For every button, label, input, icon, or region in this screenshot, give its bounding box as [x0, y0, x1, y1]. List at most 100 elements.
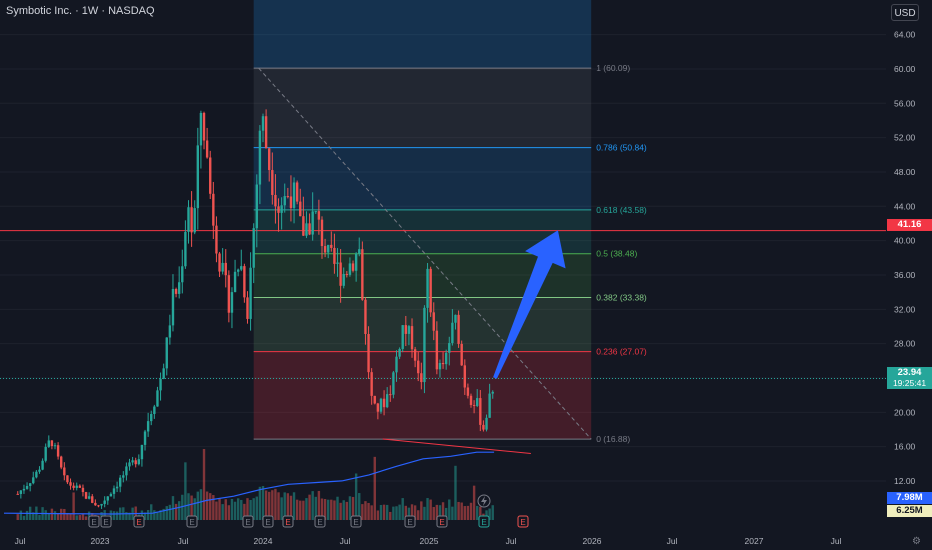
volume-bar [333, 500, 336, 520]
y-tick-label: 48.00 [894, 167, 916, 177]
volume-bar [491, 505, 494, 520]
candle-down [209, 157, 212, 194]
symbol-title[interactable]: Symbotic Inc. · 1W · NASDAQ [6, 5, 155, 17]
candle-down [286, 196, 290, 198]
currency-button[interactable]: USD [891, 4, 919, 21]
candle-down [215, 225, 218, 254]
y-tick-label: 60.00 [894, 64, 916, 74]
volume-bar [255, 496, 258, 520]
volume-bar [19, 510, 23, 520]
volume-bar [432, 507, 435, 520]
y-tick-label: 16.00 [894, 442, 916, 452]
candle-up [103, 500, 106, 504]
candle-up [122, 475, 125, 478]
x-tick-label: 2027 [745, 536, 764, 546]
x-tick-label: 2026 [583, 536, 602, 546]
candle-up [41, 460, 44, 470]
candle-down [435, 330, 439, 370]
candle-up [292, 182, 296, 208]
x-tick-label: Jul [831, 536, 842, 546]
x-tick-label: Jul [340, 536, 351, 546]
candle-down [410, 326, 414, 350]
earnings-marker-label: E [439, 518, 444, 527]
volume-bar [16, 514, 19, 520]
candle-up [165, 337, 168, 369]
candle-up [177, 282, 181, 294]
candle-up [392, 372, 395, 395]
candle-up [311, 211, 314, 235]
volume-bar [63, 508, 66, 520]
candle-up [162, 368, 165, 379]
volume-bar [420, 501, 423, 520]
volume-bar [115, 511, 119, 520]
candle-up [305, 223, 308, 236]
candle-down [295, 182, 299, 202]
candle-up [112, 488, 116, 494]
volume-bar [153, 510, 156, 520]
candle-down [224, 262, 227, 276]
candle-down [404, 325, 408, 334]
volume-bar [224, 499, 227, 520]
volume-bar [274, 488, 277, 520]
candle-up [448, 343, 451, 353]
candle-down [370, 372, 373, 396]
volume-bar [457, 501, 460, 520]
candle-down [72, 485, 75, 488]
earnings-marker-label: E [353, 518, 358, 527]
candle-down [268, 148, 271, 171]
candle-down [302, 216, 305, 236]
volume-bar [47, 513, 50, 520]
volume-bar [227, 505, 231, 520]
candle-down [78, 485, 82, 488]
candle-down [56, 445, 60, 457]
candle-down [417, 360, 420, 374]
volume-bar [367, 502, 370, 520]
volume-bar [401, 498, 404, 520]
x-tick-label: Jul [178, 536, 189, 546]
candle-up [22, 488, 26, 491]
candle-up [137, 459, 141, 465]
volume-bar [81, 514, 85, 520]
candle-down [274, 194, 277, 207]
volume-bar [174, 503, 178, 520]
volume-bar [75, 515, 78, 520]
candle-up [28, 483, 32, 486]
candle-up [261, 116, 265, 131]
volume-bar [168, 504, 172, 520]
fib-zone-0.618 [253, 147, 592, 210]
candle-up [168, 325, 172, 338]
candle-up [47, 440, 50, 447]
volume-bar [370, 505, 373, 520]
volume-bar [469, 502, 473, 520]
candle-down [212, 193, 215, 226]
volume-bar [295, 499, 299, 520]
candle-up [336, 262, 339, 264]
volume-bar [382, 504, 386, 520]
candle-up [153, 406, 156, 414]
candle-down [333, 247, 336, 264]
volume-bar [25, 510, 29, 520]
volume-bar [342, 500, 345, 520]
candle-up [171, 289, 175, 326]
volume-bar [221, 504, 224, 520]
volume-bar [258, 486, 262, 520]
y-tick-label: 64.00 [894, 30, 916, 40]
volume-bar [280, 497, 283, 520]
candle-up [146, 421, 150, 432]
y-tick-label: 32.00 [894, 304, 916, 314]
candle-up [32, 477, 35, 484]
candle-down [317, 211, 321, 220]
volume-bar [472, 485, 476, 520]
volume-bar [330, 499, 333, 520]
candle-up [109, 493, 113, 497]
volume-bar [72, 492, 75, 520]
candle-down [463, 365, 466, 388]
candle-up [118, 477, 122, 487]
fib-zone-0.236 [253, 297, 592, 352]
candle-up [398, 348, 401, 357]
candle-down [190, 207, 193, 233]
chart-canvas[interactable]: 1 (60.09) 0.786 (50.84) 0.618 (43.58) 0.5 (… [0, 0, 932, 550]
volume-bar [177, 501, 181, 520]
candle-up [181, 266, 184, 283]
volume-bar [209, 493, 212, 520]
